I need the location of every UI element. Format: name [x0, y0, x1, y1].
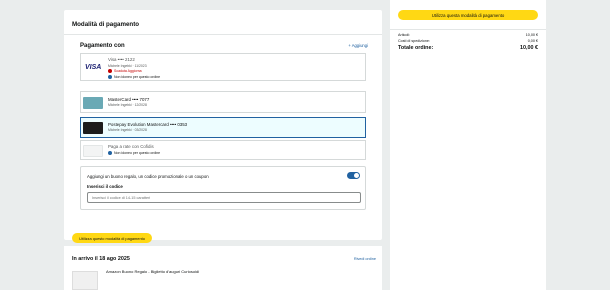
- items-label: Articoli:: [398, 33, 411, 37]
- total-value: 10,00 €: [520, 45, 538, 51]
- promo-code-input[interactable]: [87, 192, 361, 203]
- items-value: 10,00 €: [525, 33, 538, 37]
- card-name: Visa •••• 2122: [108, 57, 135, 62]
- postepay-card-icon: [83, 122, 103, 134]
- promo-toggle[interactable]: [347, 172, 360, 179]
- divider: [64, 34, 382, 35]
- payment-panel: Modalità di pagamento Pagamento con + Ag…: [64, 10, 382, 243]
- payment-option-visa[interactable]: VISA Visa •••• 2122 Michele Ingebki · 11…: [80, 53, 366, 81]
- delivery-date: In arrivo il 18 ago 2025: [72, 256, 130, 262]
- info-icon: [108, 75, 112, 79]
- info-icon: [108, 151, 112, 155]
- code-label: Inserisci il codice: [87, 184, 123, 189]
- visa-logo-icon: VISA: [83, 60, 103, 72]
- shipping-row: Costi di spedizione: 0,00 €: [398, 39, 538, 43]
- card-error-text[interactable]: Scaduta Aggiorna: [114, 69, 142, 73]
- product-title: Amazon Buono Regalo - Biglietto d'auguri…: [106, 269, 200, 274]
- promo-code-box: Aggiungi un buono regalo, un codice prom…: [80, 166, 366, 210]
- option-info-text: Non idoneo per questo ordine: [114, 151, 161, 155]
- mastercard-card-icon: [83, 97, 103, 109]
- pay-with-heading: Pagamento con: [80, 43, 125, 49]
- option-info-note: Non idoneo per questo ordine: [108, 151, 160, 155]
- svg-text:VISA: VISA: [85, 64, 101, 70]
- shipment-panel: In arrivo il 18 ago 2025 Rivedi ordine A…: [64, 246, 382, 290]
- card-holder: Michele Ingebki · 11/2023: [108, 64, 147, 68]
- add-payment-link[interactable]: + Aggiungi: [348, 43, 368, 48]
- toggle-knob: [354, 173, 359, 178]
- card-holder: Michele Ingebki · 12/2028: [108, 103, 147, 107]
- items-row: Articoli: 10,00 €: [398, 33, 538, 37]
- error-icon: [108, 69, 112, 73]
- total-label: Totale ordine:: [398, 45, 434, 51]
- order-summary-panel: Utilizza questa modalità di pagamento Ar…: [390, 0, 546, 290]
- cofidis-logo-icon: [83, 145, 103, 157]
- shipping-value: 0,00 €: [527, 39, 538, 43]
- total-row: Totale ordine: 10,00 €: [398, 45, 538, 51]
- payment-option-cofidis[interactable]: Paga a rate con Cofidis Non idoneo per q…: [80, 140, 366, 160]
- card-info-text: Non idoneo per questo ordine: [114, 75, 161, 79]
- card-holder: Michele Ingebki · 03/2028: [108, 128, 147, 132]
- product-thumbnail: [72, 271, 98, 290]
- divider: [390, 29, 546, 30]
- promo-question: Aggiungi un buono regalo, un codice prom…: [87, 174, 209, 179]
- payment-option-postepay[interactable]: Postepay Evolution Mastercard •••• 0353 …: [80, 117, 366, 138]
- review-order-link[interactable]: Rivedi ordine: [354, 257, 376, 261]
- card-info-note: Non idoneo per questo ordine: [108, 75, 160, 79]
- section-title: Modalità di pagamento: [72, 21, 140, 28]
- shipping-label: Costi di spedizione:: [398, 39, 430, 43]
- use-payment-method-button[interactable]: Utilizza questo modalità di pagamento: [72, 233, 152, 243]
- payment-option-mastercard[interactable]: MasterCard •••• 7077 Michele Ingebki · 1…: [80, 91, 366, 113]
- use-payment-method-button-top[interactable]: Utilizza questa modalità di pagamento: [398, 10, 538, 20]
- option-name: Paga a rate con Cofidis: [108, 144, 154, 149]
- card-error-note: Scaduta Aggiorna: [108, 69, 142, 73]
